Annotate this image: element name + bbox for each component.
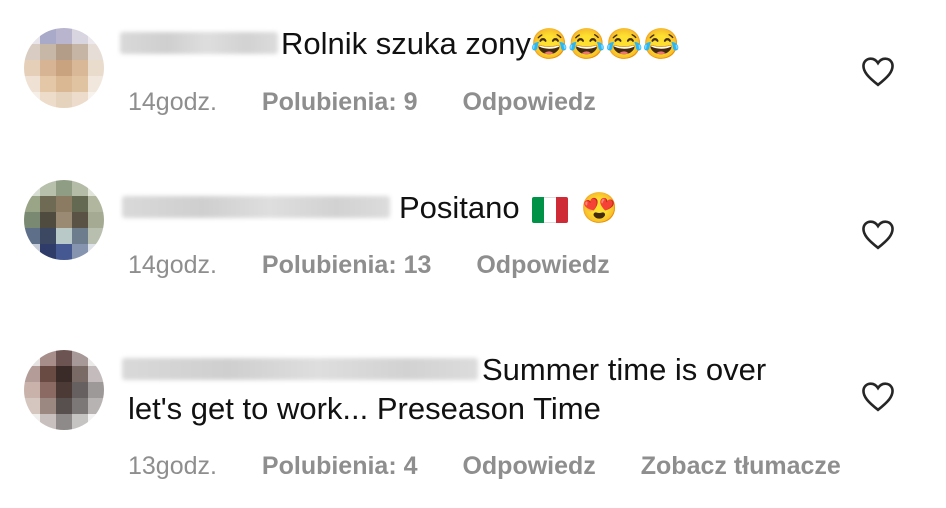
likes-count[interactable]: Polubienia: 4 xyxy=(262,452,418,480)
avatar[interactable] xyxy=(24,180,104,260)
heart-eyes-emoji: 😍 xyxy=(580,192,619,225)
comment-meta: 13godz. Polubienia: 4 Odpowiedz Zobacz t… xyxy=(128,452,841,481)
comment-time: 14godz. xyxy=(128,251,217,279)
username-redacted[interactable] xyxy=(122,358,478,380)
avatar[interactable] xyxy=(24,28,104,108)
like-heart-icon[interactable] xyxy=(860,55,896,87)
reply-button[interactable]: Odpowiedz xyxy=(462,452,595,480)
like-heart-icon[interactable] xyxy=(860,218,896,250)
likes-count[interactable]: Polubienia: 9 xyxy=(262,88,418,116)
reply-button[interactable]: Odpowiedz xyxy=(476,251,609,279)
avatar[interactable] xyxy=(24,350,104,430)
see-translation-button[interactable]: Zobacz tłumacze xyxy=(641,452,841,480)
comment-text-line-1: Summer time is over xyxy=(482,352,767,387)
username-redacted[interactable] xyxy=(120,32,278,54)
comment-meta: 14godz. Polubienia: 9 Odpowiedz xyxy=(128,88,596,117)
reply-button[interactable]: Odpowiedz xyxy=(462,88,595,116)
comment-meta: 14godz. Polubienia: 13 Odpowiedz xyxy=(128,251,610,280)
comment-text-line-2: let's get to work... Preseason Time xyxy=(128,391,601,426)
laughing-emoji: 😂😂😂😂 xyxy=(530,28,681,61)
comment-text: Rolnik szuka zony😂😂😂😂 xyxy=(281,26,681,61)
username-redacted[interactable] xyxy=(122,196,390,218)
comment-time: 13godz. xyxy=(128,452,217,480)
comment-time: 14godz. xyxy=(128,88,217,116)
italy-flag-icon xyxy=(532,196,569,223)
like-heart-icon[interactable] xyxy=(860,380,896,412)
likes-count[interactable]: Polubienia: 13 xyxy=(262,251,431,279)
comment-text: Positano 😍 xyxy=(399,190,619,225)
